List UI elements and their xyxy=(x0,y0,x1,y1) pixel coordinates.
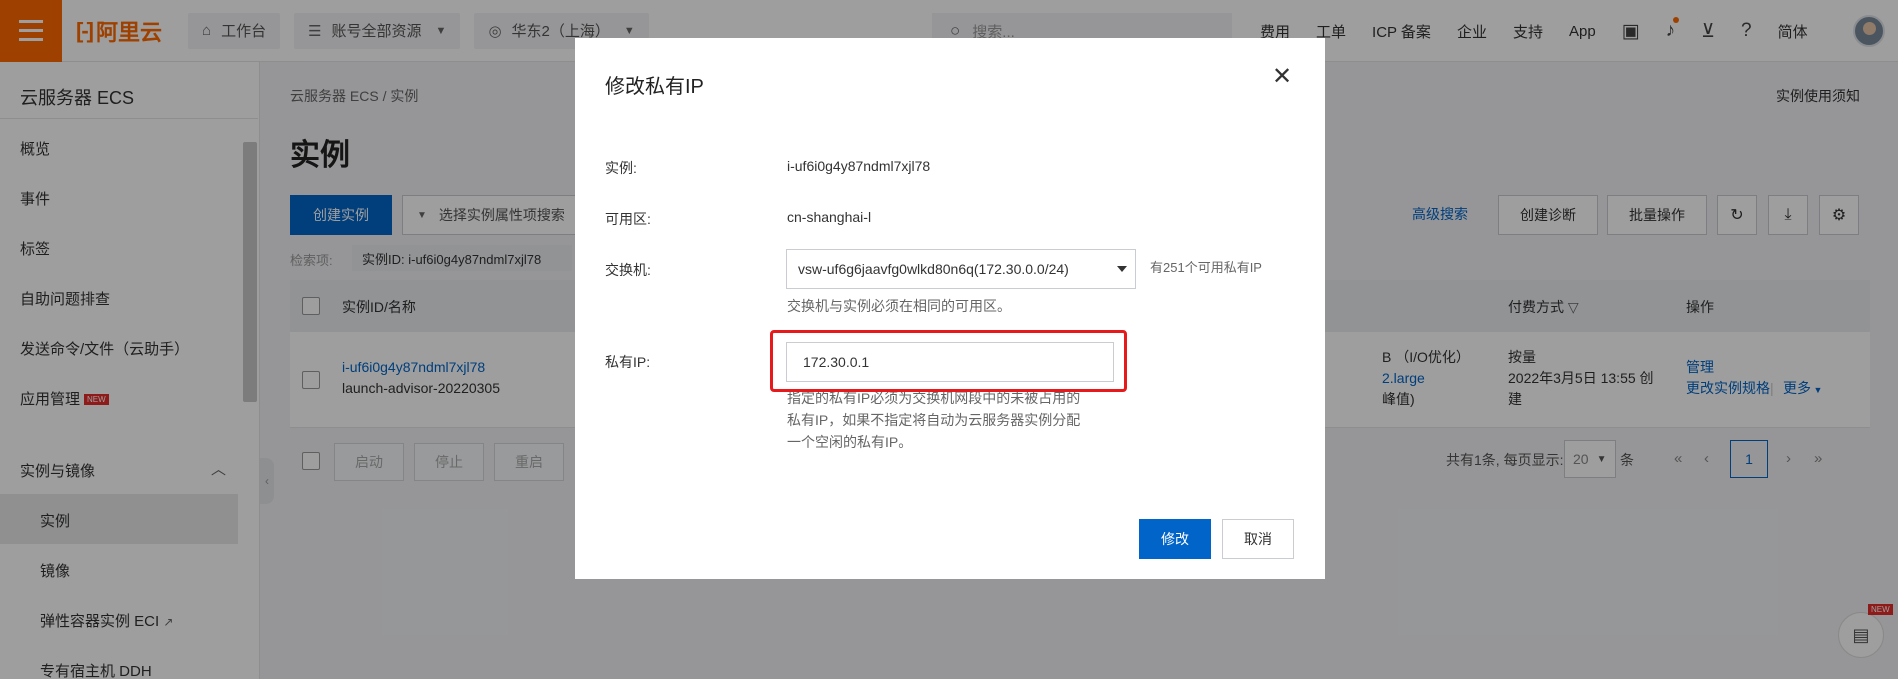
close-icon[interactable]: ✕ xyxy=(1272,62,1292,91)
chevron-down-icon xyxy=(1117,266,1127,272)
instance-label: 实例: xyxy=(605,160,637,176)
vswitch-value: vsw-uf6g6jaavfg0wlkd80n6q(172.30.0.0/24) xyxy=(798,261,1069,277)
cancel-button[interactable]: 取消 xyxy=(1222,519,1294,559)
zone-value: cn-shanghai-l xyxy=(787,209,872,225)
vswitch-hint: 交换机与实例必须在相同的可用区。 xyxy=(787,298,1011,314)
available-ip-count: 有251个可用私有IP xyxy=(1150,260,1262,275)
modify-confirm-button[interactable]: 修改 xyxy=(1139,519,1211,559)
ip-hint-line2: 私有IP，如果不指定将自动为云服务器实例分配 xyxy=(787,412,1081,428)
ip-hint-line3: 一个空闲的私有IP。 xyxy=(787,434,913,450)
dialog-title: 修改私有IP xyxy=(605,76,704,98)
private-ip-label: 私有IP: xyxy=(605,354,651,370)
modify-private-ip-dialog: 修改私有IP ✕ 实例: i-uf6i0g4y87ndml7xjl78 可用区:… xyxy=(575,38,1325,579)
instance-value: i-uf6i0g4y87ndml7xjl78 xyxy=(787,158,931,174)
vswitch-label: 交换机: xyxy=(605,262,651,278)
highlight-annotation-box xyxy=(770,330,1127,392)
zone-label: 可用区: xyxy=(605,211,651,227)
vswitch-select[interactable]: vsw-uf6g6jaavfg0wlkd80n6q(172.30.0.0/24) xyxy=(786,249,1136,289)
